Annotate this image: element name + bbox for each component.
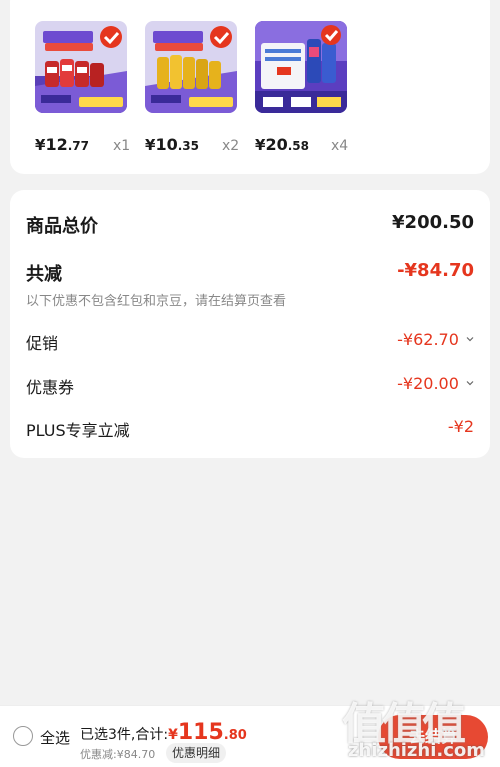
product-qty-2: x2 xyxy=(222,138,240,154)
product-price-1: ¥12.77 xyxy=(35,135,89,154)
total-price-label: 商品总价 xyxy=(26,216,98,237)
product-qty-1: x1 xyxy=(113,138,131,154)
promo-label: 促销 xyxy=(26,334,59,353)
plus-label: PLUS专享立减 xyxy=(26,421,130,440)
checkout-button[interactable]: 去结算 xyxy=(378,715,488,759)
product-image-1 xyxy=(35,21,127,113)
coupon-value: -¥20.00 xyxy=(397,374,459,393)
promo-value: -¥62.70 xyxy=(397,330,459,349)
product-image-3 xyxy=(255,21,347,113)
select-all-radio[interactable] xyxy=(13,726,33,746)
product-qty-3: x4 xyxy=(331,138,349,154)
chevron-down-icon xyxy=(466,381,474,386)
reduce-value: -¥84.70 xyxy=(397,260,474,281)
select-all-label[interactable]: 全选 xyxy=(40,727,70,748)
product-price-3: ¥20.58 xyxy=(255,135,309,154)
selected-summary: 已选3件,合计:¥115.80 xyxy=(80,720,247,745)
coupon-label: 优惠券 xyxy=(26,378,75,397)
cart-products-card: ¥12.77 x1 ¥10.35 x2 ¥20.58 x4 xyxy=(10,0,490,174)
product-price-2: ¥10.35 xyxy=(145,135,199,154)
checkout-bar: 全选 已选3件,合计:¥115.80 优惠减:¥84.70 优惠明细 去结算 xyxy=(0,705,500,767)
discount-detail-button[interactable]: 优惠明细 xyxy=(166,743,227,763)
product-thumbnail-1[interactable] xyxy=(35,21,127,113)
price-summary-card: 商品总价 ¥200.50 共减 -¥84.70 以下优惠不包含红包和京豆，请在结… xyxy=(10,190,490,458)
chevron-down-icon xyxy=(466,337,474,342)
product-thumbnail-2[interactable] xyxy=(145,21,237,113)
coupon-value-group[interactable]: -¥20.00 xyxy=(397,374,474,393)
total-price-value: ¥200.50 xyxy=(392,212,474,233)
reduce-label: 共减 xyxy=(26,264,62,285)
reduce-note: 以下优惠不包含红包和京豆，请在结算页查看 xyxy=(26,294,287,309)
product-image-2 xyxy=(145,21,237,113)
selected-count-text: 已选3件,合计: xyxy=(80,727,169,743)
plus-value: -¥2 xyxy=(447,417,474,436)
total-decimal: .80 xyxy=(223,728,247,743)
discount-text: 优惠减:¥84.70 xyxy=(80,748,156,761)
total-integer: 115 xyxy=(177,720,224,745)
promo-value-group[interactable]: -¥62.70 xyxy=(397,330,474,349)
product-thumbnail-3[interactable] xyxy=(255,21,347,113)
total-currency: ¥ xyxy=(168,727,178,743)
